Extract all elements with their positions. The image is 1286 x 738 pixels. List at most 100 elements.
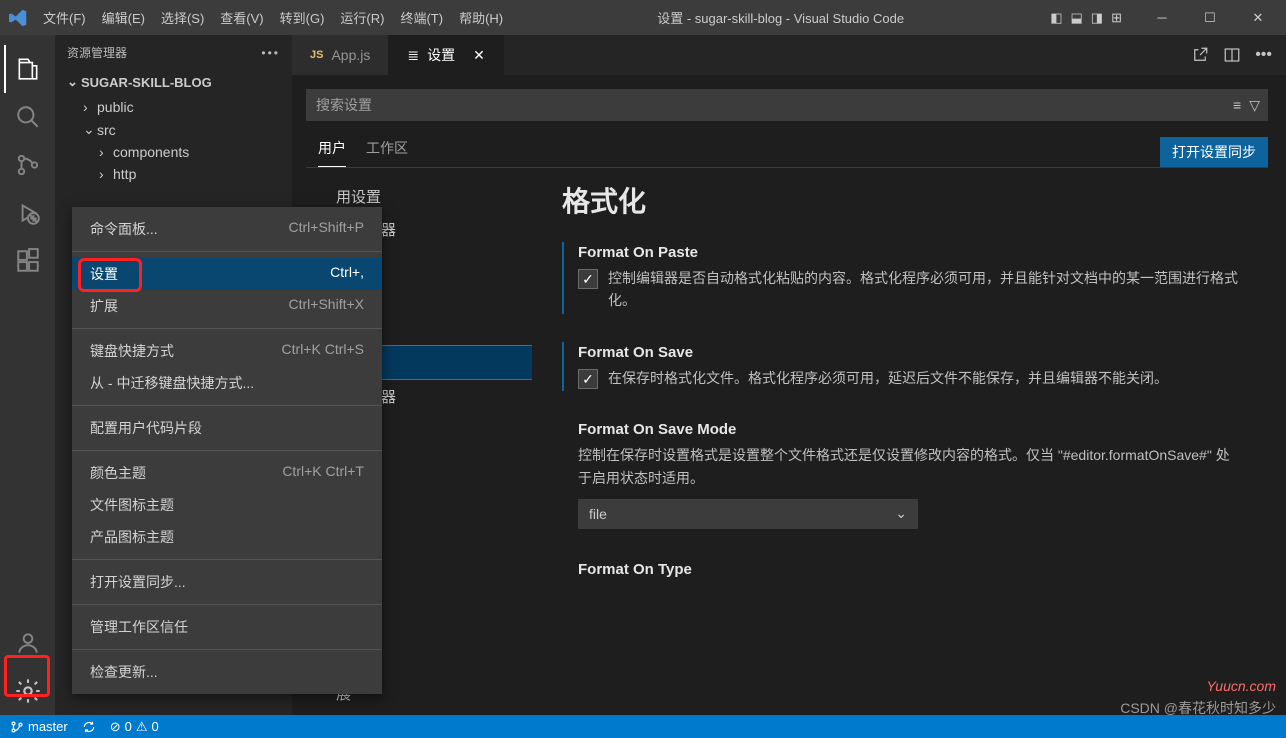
setting-item: Format On Paste控制编辑器是否自动格式化粘贴的内容。格式化程序必须… — [562, 242, 1238, 314]
setting-select[interactable]: file⌄ — [578, 499, 918, 529]
settings-tab-icon: ≣ — [407, 47, 419, 64]
customize-layout-icon[interactable]: ⊞ — [1111, 10, 1122, 26]
sync-status[interactable] — [82, 720, 96, 734]
menu-selection[interactable]: 选择(S) — [153, 8, 212, 27]
menu-item[interactable]: 检查更新... — [72, 656, 382, 688]
filter-icon[interactable]: ▽ — [1249, 97, 1260, 114]
menu-item-label: 配置用户代码片段 — [90, 418, 202, 438]
menu-item[interactable]: 配置用户代码片段 — [72, 412, 382, 444]
close-button[interactable]: ✕ — [1238, 0, 1278, 35]
menu-item[interactable]: 产品图标主题 — [72, 521, 382, 553]
watermark-yuucn: Yuucn.com — [1206, 678, 1276, 694]
source-control-icon[interactable] — [4, 141, 52, 189]
chevron-right-icon: › — [83, 99, 93, 115]
menu-item[interactable]: 颜色主题 Ctrl+K Ctrl+T — [72, 457, 382, 489]
error-icon: ⊘ — [110, 719, 121, 735]
setting-description: 在保存时格式化文件。格式化程序必须可用，延迟后文件不能保存，并且编辑器不能关闭。 — [578, 367, 1238, 389]
menu-shortcut: Ctrl+K Ctrl+T — [282, 463, 364, 483]
watermark-csdn: CSDN @春花秋时知多少 — [1120, 698, 1276, 718]
chevron-down-icon: ⌄ — [67, 74, 77, 90]
menu-shortcut: Ctrl+Shift+P — [289, 219, 364, 239]
scope-user-tab[interactable]: 用户 — [318, 138, 346, 167]
menu-edit[interactable]: 编辑(E) — [94, 8, 153, 27]
close-tab-icon[interactable]: ✕ — [473, 47, 485, 64]
folder-public[interactable]: ›public — [55, 96, 292, 118]
menu-shortcut: Ctrl+, — [330, 264, 364, 284]
open-settings-json-icon[interactable] — [1191, 46, 1209, 64]
menu-item[interactable]: 扩展Ctrl+Shift+X — [72, 290, 382, 322]
menu-separator — [72, 649, 382, 650]
git-branch-status[interactable]: master — [10, 719, 68, 734]
split-editor-icon[interactable] — [1223, 46, 1241, 64]
settings-editor: 搜索设置 ≡ ▽ 用户 工作区 打开设置同步 用设置本编辑器标找体格式化异编辑器… — [292, 75, 1286, 715]
menu-separator — [72, 604, 382, 605]
toggle-panel-left-icon[interactable]: ◧ — [1050, 10, 1062, 26]
menu-separator — [72, 405, 382, 406]
minimize-button[interactable]: ─ — [1142, 0, 1182, 35]
window-controls: ─ ☐ ✕ — [1142, 0, 1286, 35]
project-root[interactable]: ⌄ SUGAR-SKILL-BLOG — [55, 70, 292, 94]
chevron-down-icon: ⌄ — [895, 505, 907, 522]
clear-filter-icon[interactable]: ≡ — [1233, 97, 1241, 114]
menu-item-label: 键盘快捷方式 — [90, 341, 174, 361]
toggle-panel-right-icon[interactable]: ◨ — [1091, 10, 1103, 26]
scope-workspace-tab[interactable]: 工作区 — [366, 138, 408, 167]
menu-item-label: 扩展 — [90, 296, 118, 316]
settings-scope-row: 用户 工作区 打开设置同步 — [306, 137, 1268, 168]
folder-src[interactable]: ⌄src — [55, 118, 292, 141]
tab-appjs[interactable]: JS App.js — [292, 35, 389, 75]
menu-item[interactable]: 命令面板...Ctrl+Shift+P — [72, 213, 382, 245]
menu-item[interactable]: 管理工作区信任 — [72, 611, 382, 643]
settings-section-heading: 格式化 — [562, 180, 1238, 220]
menu-help[interactable]: 帮助(H) — [451, 8, 511, 27]
search-icon[interactable] — [4, 93, 52, 141]
folder-http[interactable]: ›http — [55, 163, 292, 185]
setting-label: Format On Save — [578, 344, 1238, 361]
editor-area: JS App.js ≣ 设置 ✕ ••• 搜索设置 — [292, 35, 1286, 715]
folder-components[interactable]: ›components — [55, 141, 292, 163]
manage-gear-icon[interactable] — [4, 667, 52, 715]
accounts-icon[interactable] — [4, 619, 52, 667]
menu-shortcut: Ctrl+K Ctrl+S — [282, 341, 364, 361]
maximize-button[interactable]: ☐ — [1190, 0, 1230, 35]
setting-label: Format On Save Mode — [578, 421, 1238, 438]
menu-file[interactable]: 文件(F) — [35, 8, 94, 27]
explorer-title: 资源管理器 — [67, 44, 127, 61]
menu-item-label: 设置 — [90, 264, 118, 284]
menu-item-label: 颜色主题 — [90, 463, 146, 483]
setting-checkbox[interactable] — [578, 269, 598, 289]
menu-item[interactable]: 文件图标主题 — [72, 489, 382, 521]
menu-separator — [72, 559, 382, 560]
debug-icon[interactable] — [4, 189, 52, 237]
chevron-right-icon: › — [99, 166, 109, 182]
toggle-panel-bottom-icon[interactable]: ⬓ — [1071, 10, 1083, 26]
menu-view[interactable]: 查看(V) — [212, 8, 271, 27]
settings-search-input[interactable]: 搜索设置 ≡ ▽ — [306, 89, 1268, 121]
tab-settings[interactable]: ≣ 设置 ✕ — [389, 35, 503, 75]
menu-item[interactable]: 打开设置同步... — [72, 566, 382, 598]
tab-label: App.js — [331, 47, 370, 63]
menu-go[interactable]: 转到(G) — [272, 8, 333, 27]
menu-item-label: 打开设置同步... — [90, 572, 186, 592]
menu-item[interactable]: 键盘快捷方式 Ctrl+K Ctrl+S — [72, 335, 382, 367]
problems-status[interactable]: ⊘0 ⚠0 — [110, 719, 159, 735]
menu-item-label: 管理工作区信任 — [90, 617, 188, 637]
menu-run[interactable]: 运行(R) — [332, 8, 392, 27]
turn-on-settings-sync-button[interactable]: 打开设置同步 — [1160, 137, 1268, 167]
setting-item: Format On Type — [562, 559, 1238, 586]
setting-checkbox[interactable] — [578, 369, 598, 389]
more-actions-icon[interactable]: ••• — [1255, 46, 1272, 64]
menu-terminal[interactable]: 终端(T) — [392, 8, 451, 27]
settings-content: 格式化 Format On Paste控制编辑器是否自动格式化粘贴的内容。格式化… — [532, 168, 1268, 715]
menu-item[interactable]: 从 - 中迁移键盘快捷方式... — [72, 367, 382, 399]
explorer-more-icon[interactable]: ••• — [261, 46, 280, 60]
explorer-icon[interactable] — [4, 45, 52, 93]
extensions-icon[interactable] — [4, 237, 52, 285]
menu-item[interactable]: 设置 Ctrl+, — [72, 258, 382, 290]
js-file-icon: JS — [310, 49, 323, 61]
manage-context-menu: 命令面板...Ctrl+Shift+P设置Ctrl+,扩展Ctrl+Shift+… — [72, 207, 382, 694]
menu-separator — [72, 328, 382, 329]
setting-label: Format On Paste — [578, 244, 1238, 261]
setting-label: Format On Type — [578, 561, 1238, 578]
menu-item-label: 产品图标主题 — [90, 527, 174, 547]
